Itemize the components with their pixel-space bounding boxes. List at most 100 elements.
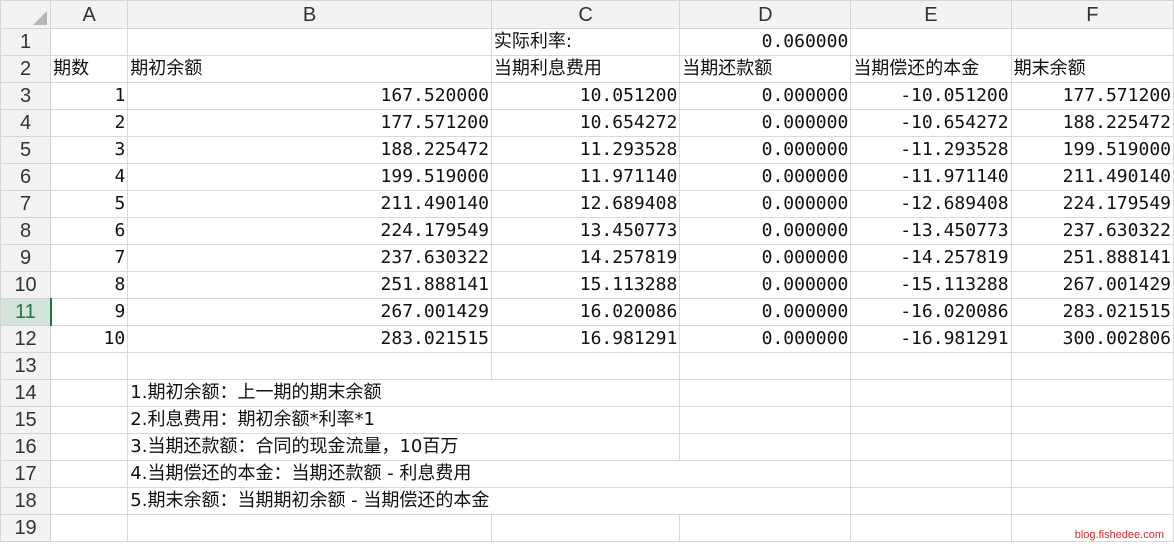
cell-principal-repaid[interactable]: -12.689408 [850,190,1012,218]
cell[interactable] [491,433,681,461]
row-header[interactable]: 5 [0,136,52,164]
cell-f1[interactable] [1010,28,1174,56]
row-header[interactable]: 3 [0,82,52,110]
cell-period[interactable]: 7 [50,244,129,272]
note-cell[interactable]: 1.期初余额：上一期的期末余额 [127,379,492,407]
column-header-f[interactable]: F [1010,0,1174,29]
cell-interest-expense[interactable]: 14.257819 [490,244,681,272]
column-header-a[interactable]: A [50,0,129,29]
cell[interactable] [50,460,129,488]
cell-e2-header[interactable]: 当期偿还的本金 [850,55,1012,83]
cell[interactable] [679,406,852,434]
cell-closing-balance[interactable]: 211.490140 [1010,163,1174,191]
cell[interactable] [850,406,1012,434]
row-header[interactable]: 19 [0,514,52,542]
cell[interactable] [491,487,680,515]
row-header[interactable]: 10 [0,271,52,299]
cell-repayment[interactable]: 0.000000 [679,190,852,218]
cell-period[interactable]: 1 [50,82,129,110]
cell-period[interactable]: 10 [50,325,129,353]
cell-closing-balance[interactable]: 251.888141 [1010,244,1174,272]
row-header[interactable]: 13 [0,352,52,380]
cell-interest-expense[interactable]: 16.981291 [490,325,681,353]
cell-period[interactable]: 3 [50,136,129,164]
cell-interest-expense[interactable]: 10.051200 [490,82,681,110]
cell[interactable] [127,352,492,380]
row-header[interactable]: 15 [0,406,52,434]
note-cell[interactable]: 4.当期偿还的本金：当期还款额 - 利息费用 [127,460,492,488]
cell[interactable] [1010,406,1174,434]
cell-opening-balance[interactable]: 267.001429 [127,298,492,326]
row-header[interactable]: 17 [0,460,52,488]
cell-period[interactable]: 6 [50,217,129,245]
cell[interactable] [127,514,492,542]
cell[interactable] [491,406,681,434]
cell-opening-balance[interactable]: 167.520000 [127,82,492,110]
cell-f2-header[interactable]: 期末余额 [1010,55,1174,83]
cell-repayment[interactable]: 0.000000 [679,217,852,245]
row-header[interactable]: 4 [0,109,52,137]
column-header-d[interactable]: D [679,0,852,29]
cell[interactable] [491,379,681,407]
cell[interactable] [50,352,129,380]
cell[interactable] [679,379,852,407]
cell[interactable] [490,352,681,380]
cell-period[interactable]: 4 [50,163,129,191]
cell-e1[interactable] [850,28,1012,56]
cell[interactable] [679,514,852,542]
row-header[interactable]: 1 [0,28,52,56]
row-header[interactable]: 16 [0,433,52,461]
cell[interactable] [491,460,680,488]
cell[interactable] [490,514,681,542]
cell[interactable] [50,433,129,461]
column-header-c[interactable]: C [490,0,681,29]
cell-interest-expense[interactable]: 11.971140 [490,163,681,191]
cell[interactable] [679,352,852,380]
cell[interactable] [679,460,852,488]
cell-principal-repaid[interactable]: -10.654272 [850,109,1012,137]
cell-repayment[interactable]: 0.000000 [679,271,852,299]
cell-a2-header[interactable]: 期数 [50,55,129,83]
cell[interactable] [50,487,129,515]
cell-principal-repaid[interactable]: -11.293528 [850,136,1012,164]
note-cell[interactable]: 2.利息费用：期初余额*利率*1 [127,406,492,434]
cell-principal-repaid[interactable]: -16.020086 [850,298,1012,326]
note-cell[interactable]: 3.当期还款额：合同的现金流量，10百万 [127,433,492,461]
cell-opening-balance[interactable]: 237.630322 [127,244,492,272]
cell-d2-header[interactable]: 当期还款额 [679,55,852,83]
cell-a1[interactable] [50,28,129,56]
cell[interactable] [50,406,129,434]
select-all-corner[interactable] [0,0,52,29]
cell-interest-expense[interactable]: 11.293528 [490,136,681,164]
cell-b2-header[interactable]: 期初余额 [127,55,492,83]
cell-interest-expense[interactable]: 13.450773 [490,217,681,245]
cell-opening-balance[interactable]: 199.519000 [127,163,492,191]
row-header[interactable]: 9 [0,244,52,272]
cell-period[interactable]: 5 [50,190,129,218]
row-header-active[interactable]: 11 [0,298,52,326]
row-header[interactable]: 14 [0,379,52,407]
cell-interest-expense[interactable]: 10.654272 [490,109,681,137]
cell-principal-repaid[interactable]: -11.971140 [850,163,1012,191]
cell-repayment[interactable]: 0.000000 [679,136,852,164]
cell-interest-expense[interactable]: 12.689408 [490,190,681,218]
column-header-b[interactable]: B [127,0,492,29]
cell-opening-balance[interactable]: 224.179549 [127,217,492,245]
cell-repayment[interactable]: 0.000000 [679,298,852,326]
cell-closing-balance[interactable]: 188.225472 [1010,109,1174,137]
cell[interactable] [850,460,1012,488]
cell-closing-balance[interactable]: 283.021515 [1010,298,1174,326]
cell[interactable] [850,487,1012,515]
cell-interest-expense[interactable]: 15.113288 [490,271,681,299]
cell[interactable] [1010,379,1174,407]
row-header[interactable]: 6 [0,163,52,191]
cell-principal-repaid[interactable]: -14.257819 [850,244,1012,272]
cell[interactable] [1010,487,1174,515]
cell-principal-repaid[interactable]: -10.051200 [850,82,1012,110]
cell[interactable] [850,379,1012,407]
cell[interactable] [850,352,1012,380]
cell[interactable] [850,514,1012,542]
cell-c1-rate-label[interactable]: 实际利率: [490,28,681,56]
cell-opening-balance[interactable]: 188.225472 [127,136,492,164]
cell-opening-balance[interactable]: 251.888141 [127,271,492,299]
